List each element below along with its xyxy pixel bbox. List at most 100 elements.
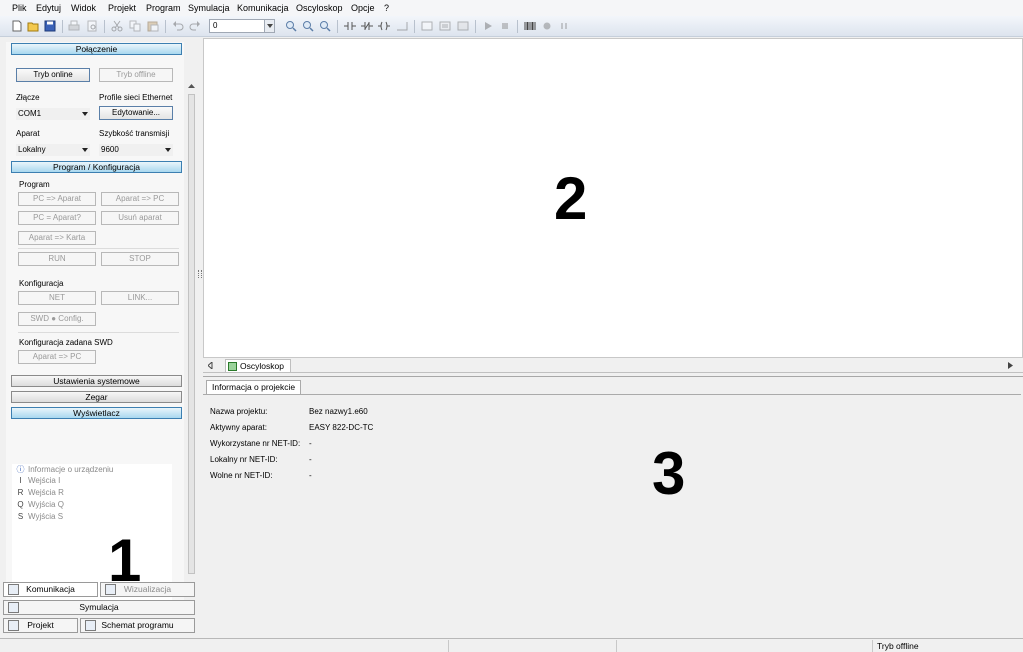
- info-key-local-net-id: Lokalny nr NET-ID:: [210, 455, 278, 464]
- tab-visualization[interactable]: Wizualizacja: [100, 582, 195, 597]
- chevron-down-icon[interactable]: [163, 144, 173, 156]
- online-mode-button[interactable]: Tryb online: [16, 68, 90, 82]
- tab-scroll-left-icon[interactable]: [208, 362, 213, 369]
- cut-icon[interactable]: [111, 20, 123, 32]
- tree-item-inputs-r[interactable]: R Wejścia R: [16, 488, 64, 497]
- scroll-thumb[interactable]: [188, 94, 195, 574]
- paste-icon[interactable]: [147, 20, 159, 32]
- tree-item-outputs-s[interactable]: S Wyjścia S: [16, 512, 63, 521]
- open-folder-icon[interactable]: [27, 20, 39, 32]
- record-icon[interactable]: [541, 20, 553, 32]
- save-icon[interactable]: [44, 20, 56, 32]
- tab-oscilloscope[interactable]: Oscyloskop: [225, 359, 291, 372]
- chevron-down-icon[interactable]: [80, 144, 90, 156]
- baud-rate-select[interactable]: 9600: [99, 144, 173, 156]
- ethernet-profiles-label: Profile sieci Ethernet: [99, 93, 173, 102]
- chevron-down-icon[interactable]: [80, 108, 90, 120]
- info-key-free-net-id: Wolne nr NET-ID:: [210, 471, 273, 480]
- menu-options[interactable]: Opcje: [351, 3, 375, 13]
- device-label: Aparat: [16, 129, 40, 138]
- program-config-header[interactable]: Program / Konfiguracja: [11, 161, 182, 173]
- status-mode: Tryb offline: [872, 640, 1023, 652]
- text-block-icon[interactable]: [439, 20, 451, 32]
- contact-closed-icon[interactable]: [361, 20, 373, 32]
- offline-mode-button[interactable]: Tryb offline: [99, 68, 173, 82]
- menu-edit[interactable]: Edytuj: [36, 3, 61, 13]
- pause-icon[interactable]: [558, 20, 570, 32]
- info-value-project-name: Bez nazwy1.e60: [309, 407, 368, 416]
- play-icon[interactable]: [482, 20, 494, 32]
- device-to-card-button[interactable]: Aparat => Karta: [18, 231, 96, 245]
- zoom-in-icon[interactable]: [285, 20, 297, 32]
- compare-button[interactable]: PC = Aparat?: [18, 211, 96, 225]
- program-group-label: Program: [19, 180, 50, 189]
- redo-icon[interactable]: [189, 20, 201, 32]
- zoom-out-icon[interactable]: [319, 20, 331, 32]
- baud-rate-label: Szybkość transmisji: [99, 129, 170, 138]
- edit-profiles-button[interactable]: Edytowanie...: [99, 106, 173, 120]
- print-icon[interactable]: [68, 20, 80, 32]
- swd-config-button[interactable]: SWD ● Config.: [18, 312, 96, 326]
- oscilloscope-icon: [228, 362, 237, 371]
- menu-simulation[interactable]: Symulacja: [188, 3, 230, 13]
- block-icon[interactable]: [421, 20, 433, 32]
- tab-project-info[interactable]: Informacja o projekcie: [206, 380, 302, 394]
- menu-program[interactable]: Program: [146, 3, 181, 13]
- zoom-fit-icon[interactable]: [302, 20, 314, 32]
- scroll-up-icon[interactable]: [188, 83, 195, 89]
- swd-device-to-pc-button[interactable]: Aparat => PC: [18, 350, 96, 364]
- menu-bar: Plik Edytuj Widok Projekt Program Symula…: [0, 0, 1023, 16]
- net-button[interactable]: NET: [18, 291, 96, 305]
- info-key-used-net-id: Wykorzystane nr NET-ID:: [210, 439, 301, 448]
- coil-icon[interactable]: [378, 20, 390, 32]
- project-info-panel: Informacja o projekcie Nazwa projektu: B…: [203, 376, 1023, 636]
- vertical-splitter-grip[interactable]: [198, 270, 202, 278]
- tab-simulation[interactable]: Symulacja: [3, 600, 195, 615]
- copy-icon[interactable]: [129, 20, 141, 32]
- port-select[interactable]: COM1: [16, 108, 90, 120]
- undo-icon[interactable]: [172, 20, 184, 32]
- tab-communication[interactable]: Komunikacja: [3, 582, 98, 597]
- print-preview-icon[interactable]: [86, 20, 98, 32]
- contact-icon[interactable]: [344, 20, 356, 32]
- stop-button[interactable]: STOP: [101, 252, 179, 266]
- new-file-icon[interactable]: [11, 20, 23, 32]
- pc-to-device-button[interactable]: PC => Aparat: [18, 192, 96, 206]
- system-settings-header[interactable]: Ustawienia systemowe: [11, 375, 182, 387]
- display-header[interactable]: Wyświetlacz: [11, 407, 182, 419]
- tree-item-device-info[interactable]: ⓘ Informacje o urządzeniu: [16, 464, 114, 475]
- tab-scroll-right-icon[interactable]: [1008, 362, 1013, 369]
- menu-help[interactable]: ?: [384, 3, 389, 13]
- connection-icon[interactable]: [396, 20, 408, 32]
- menu-oscilloscope[interactable]: Oscyloskop: [296, 3, 343, 13]
- port-label: Złącze: [16, 93, 40, 102]
- info-value-local-net-id: -: [309, 455, 312, 464]
- chevron-down-icon[interactable]: [264, 20, 274, 32]
- menu-communication[interactable]: Komunikacja: [237, 3, 289, 13]
- tab-program-schematic[interactable]: Schemat programu: [80, 618, 195, 633]
- comment-icon[interactable]: [457, 20, 469, 32]
- left-panel-scrollbar[interactable]: [187, 80, 196, 614]
- device-select[interactable]: Lokalny: [16, 144, 90, 156]
- tree-item-inputs-i[interactable]: I Wejścia I: [16, 476, 60, 485]
- project-info-body: Nazwa projektu: Bez nazwy1.e60 Aktywny a…: [203, 394, 1021, 635]
- clock-header[interactable]: Zegar: [11, 391, 182, 403]
- output-q-icon: Q: [17, 500, 24, 509]
- device-to-pc-button[interactable]: Aparat => PC: [101, 192, 179, 206]
- oscilloscope-view[interactable]: 2: [203, 38, 1023, 358]
- menu-file[interactable]: Plik: [12, 3, 27, 13]
- link-button[interactable]: LINK...: [101, 291, 179, 305]
- run-button[interactable]: RUN: [18, 252, 96, 266]
- menu-view[interactable]: Widok: [71, 3, 96, 13]
- menu-project[interactable]: Projekt: [108, 3, 136, 13]
- info-icon: ⓘ: [16, 465, 25, 474]
- delete-device-button[interactable]: Usuń aparat: [101, 211, 179, 225]
- zoom-combo[interactable]: 0: [209, 19, 275, 33]
- input-r-icon: R: [17, 488, 24, 497]
- input-i-icon: I: [19, 476, 22, 485]
- tree-item-outputs-q[interactable]: Q Wyjścia Q: [16, 500, 64, 509]
- barcode-icon[interactable]: [524, 20, 536, 32]
- stop-icon[interactable]: [499, 20, 511, 32]
- connection-header[interactable]: Połączenie: [11, 43, 182, 55]
- tab-project[interactable]: Projekt: [3, 618, 78, 633]
